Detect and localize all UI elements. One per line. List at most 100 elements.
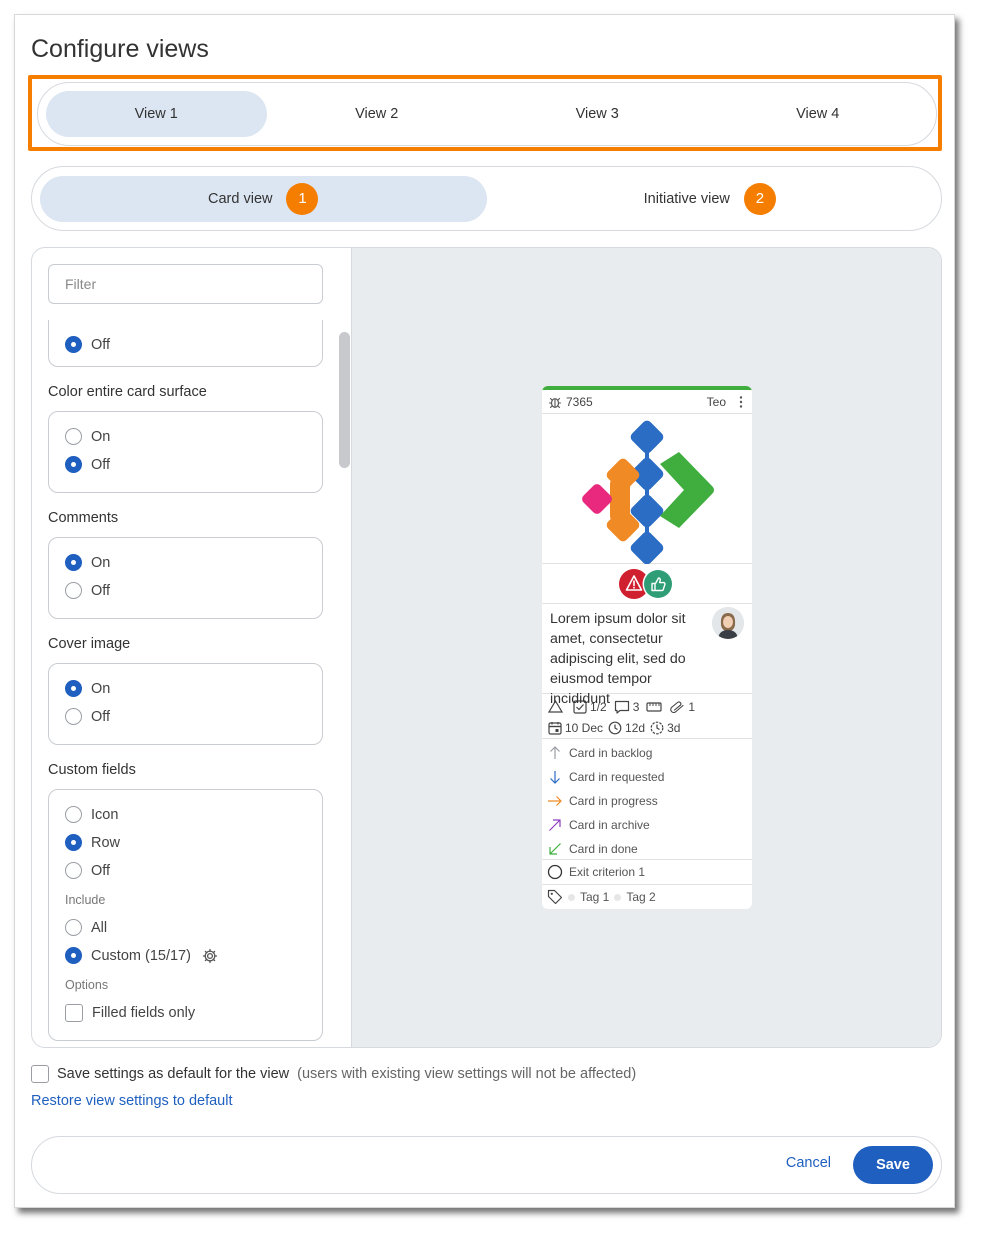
settings-scroll-area[interactable]: Off Color entire card surface On Off Com… <box>32 320 351 1047</box>
ruler-icon <box>646 701 662 712</box>
option-label: Icon <box>91 806 119 823</box>
radio-icon <box>65 456 82 473</box>
custom-fields-row[interactable]: Row <box>65 834 120 851</box>
calendar-icon <box>548 721 562 735</box>
timer-icon <box>650 721 664 734</box>
dialog-title: Configure views <box>31 35 209 63</box>
arrow-right-icon <box>548 796 562 806</box>
tab-view-2[interactable]: View 2 <box>267 91 488 137</box>
tag-dot <box>568 893 575 901</box>
section-label-color-surface: Color entire card surface <box>48 384 207 400</box>
status-label: Card in progress <box>569 794 658 808</box>
option-label: All <box>91 919 108 936</box>
filter-input[interactable] <box>48 264 323 304</box>
dialog-footer: Cancel Save <box>31 1136 942 1194</box>
option-label: Custom (15/17) <box>91 947 191 964</box>
arrow-down-icon <box>550 771 560 784</box>
radio-icon <box>65 554 82 571</box>
custom-fields-icon[interactable]: Icon <box>65 806 118 823</box>
step-badge: 1 <box>286 182 319 215</box>
radio-icon <box>65 708 82 725</box>
status-label: Card in requested <box>569 770 665 784</box>
card-preview-area: 7365 Teo Lorem ipsum dolor sit amet, con… <box>352 248 941 1047</box>
option-label: Filled fields only <box>92 1005 196 1021</box>
include-custom[interactable]: Custom (15/17) <box>65 947 218 964</box>
tab-initiative-view[interactable]: Initiative view 2 <box>487 176 934 222</box>
include-all[interactable]: All <box>65 919 107 936</box>
radio-icon <box>65 680 82 697</box>
mode-tab-bar: Card view 1 Initiative view 2 <box>31 166 942 231</box>
configure-views-dialog: Configure views View 1 View 2 View 3 Vie… <box>14 14 955 1208</box>
comments-off[interactable]: Off <box>65 582 110 599</box>
tab-view-1[interactable]: View 1 <box>46 91 267 137</box>
card-age: 12d <box>625 720 646 735</box>
tab-card-view[interactable]: Card view 1 <box>40 175 487 222</box>
restore-default-link[interactable]: Restore view settings to default <box>31 1093 233 1109</box>
color-surface-group: On Off <box>48 411 323 493</box>
more-icon[interactable] <box>736 395 746 409</box>
status-requested: Card in requested <box>542 765 752 789</box>
cancel-button[interactable]: Cancel <box>786 1155 831 1171</box>
radio-icon <box>65 862 82 879</box>
attachment-icon <box>670 700 684 713</box>
gear-icon[interactable] <box>202 948 218 964</box>
exit-criterion: Exit criterion 1 <box>542 860 752 885</box>
metrics-row-2: 10 Dec 12d 3d <box>548 717 746 738</box>
option-off[interactable]: Off <box>65 336 110 353</box>
avatar-icon <box>712 607 744 639</box>
comments-on[interactable]: On <box>65 554 110 571</box>
save-default-label: Save settings as default for the view <box>57 1066 290 1082</box>
cover-image-on[interactable]: On <box>65 680 110 697</box>
color-surface-off[interactable]: Off <box>65 456 110 473</box>
save-default-checkbox[interactable] <box>31 1065 49 1083</box>
save-button[interactable]: Save <box>853 1146 933 1184</box>
settings-scrollbar[interactable] <box>339 332 350 468</box>
custom-fields-off[interactable]: Off <box>65 862 110 879</box>
radio-icon <box>65 428 82 445</box>
step-badge: 2 <box>743 182 776 215</box>
tab-label: View 4 <box>796 106 840 122</box>
card-description: Lorem ipsum dolor sit amet, consectetur … <box>542 604 752 707</box>
settings-panel: Off Color entire card surface On Off Com… <box>31 247 942 1048</box>
comments-group: On Off <box>48 537 323 619</box>
radio-icon <box>65 336 82 353</box>
radio-icon <box>65 582 82 599</box>
tab-view-3[interactable]: View 3 <box>487 91 708 137</box>
option-label: On <box>91 428 111 445</box>
radio-icon <box>65 947 82 964</box>
tab-view-4[interactable]: View 4 <box>708 91 929 137</box>
checkbox-icon <box>65 1004 83 1022</box>
radio-icon <box>65 806 82 823</box>
option-label: Row <box>91 834 121 851</box>
card-status-list: Card in backlog Card in requested Card i… <box>542 739 752 860</box>
avatar <box>712 607 744 639</box>
cover-image-off[interactable]: Off <box>65 708 110 725</box>
logo-icon <box>582 420 714 565</box>
comments-count: 3 <box>632 699 640 714</box>
save-default-option[interactable]: Save settings as default for the view (u… <box>31 1065 636 1083</box>
tab-label: View 3 <box>575 106 619 122</box>
comment-icon <box>614 700 629 714</box>
status-label: Card in archive <box>569 818 650 832</box>
section-label-custom-fields: Custom fields <box>48 762 136 778</box>
radio-icon <box>65 834 82 851</box>
color-surface-on[interactable]: On <box>65 428 110 445</box>
option-label: On <box>91 680 111 697</box>
card-time: 3d <box>667 720 681 735</box>
section-label-comments: Comments <box>48 510 119 526</box>
cover-image-group: On Off <box>48 663 323 745</box>
tab-label: Initiative view <box>643 190 730 207</box>
thumbs-up-icon <box>644 570 672 598</box>
tab-label: View 1 <box>134 106 178 122</box>
tag-label: Tag 1 <box>580 890 610 904</box>
option-label: Off <box>91 708 111 725</box>
filled-fields-only[interactable]: Filled fields only <box>65 1004 195 1022</box>
partial-option-group: Off <box>48 320 323 367</box>
option-label: Off <box>91 456 111 473</box>
save-default-note: (users with existing view settings will … <box>297 1066 637 1082</box>
option-label: Off <box>91 862 111 879</box>
card-id: 7365 <box>566 394 593 409</box>
criterion-label: Exit criterion 1 <box>569 865 646 879</box>
tab-label: Card view <box>208 190 273 207</box>
status-backlog: Card in backlog <box>542 741 752 765</box>
